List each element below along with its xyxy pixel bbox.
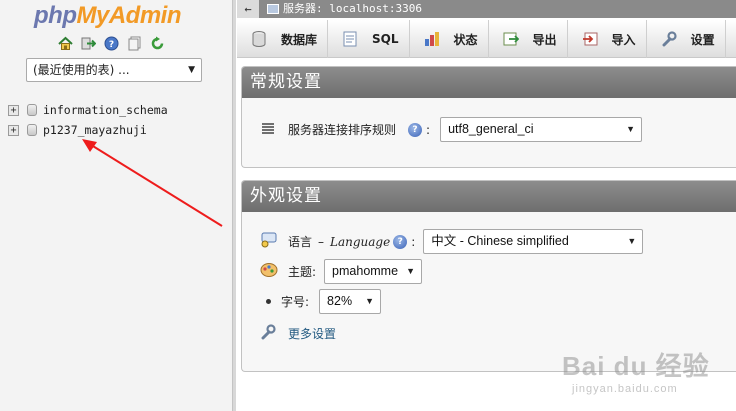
chevron-down-icon: ▼ — [365, 296, 375, 306]
logo-php: php — [34, 2, 77, 29]
help-icon[interactable]: ? — [393, 234, 408, 249]
phpmyadmin-logo[interactable]: phpMyAdmin — [34, 2, 181, 30]
tab-label: SQL — [372, 32, 399, 46]
language-en-label: Language — [330, 234, 391, 249]
more-settings-link[interactable]: 更多设置 — [288, 325, 336, 342]
reload-icon[interactable] — [150, 36, 165, 51]
more-settings-row[interactable]: 更多设置 — [260, 324, 336, 343]
expand-icon[interactable]: + — [8, 124, 19, 136]
tab-label: 设置 — [690, 32, 715, 47]
chevron-down-icon: ▼ — [626, 124, 636, 134]
watermark-main: Bai du 经验 — [562, 351, 710, 381]
fontsize-value: 82% — [327, 294, 353, 308]
svg-text:?: ? — [109, 40, 114, 50]
panel-title: 外观设置 — [242, 181, 736, 212]
recent-tables-select[interactable]: (最近使用的表) ... ▼ — [26, 58, 202, 82]
bullet-icon — [266, 299, 271, 304]
server-icon — [267, 4, 279, 14]
baidu-watermark: Bai du 经验 jingyan.baidu.com — [562, 346, 710, 395]
main-tab-bar: 数据库 SQL 状态 导出 导入 设置 — [237, 20, 736, 58]
navigation-panel: phpMyAdmin ? (最近使用的表) ... ▼ + informatio… — [0, 0, 232, 411]
collation-select[interactable]: utf8_general_ci ▼ — [440, 117, 643, 142]
theme-value: pmahomme — [332, 264, 399, 278]
collation-value: utf8_general_ci — [448, 122, 534, 136]
panel-title: 常规设置 — [242, 67, 736, 98]
language-row: 语言 – Language ? : 中文 - Chinese simplifie… — [260, 229, 644, 254]
tab-export[interactable]: 导出 — [489, 20, 568, 58]
theme-select[interactable]: pmahomme ▼ — [324, 259, 423, 284]
language-icon — [260, 232, 278, 251]
wrench-icon — [260, 324, 278, 343]
watermark-sub: jingyan.baidu.com — [572, 383, 678, 395]
appearance-settings-panel: 外观设置 语言 – Language ? : 中文 - Chinese simp… — [241, 180, 736, 372]
fontsize-row: 字号: 82% ▼ — [266, 289, 382, 314]
tab-label: 数据库 — [281, 32, 318, 47]
db-name[interactable]: information_schema — [43, 103, 168, 117]
collapse-nav-button[interactable]: ← — [237, 0, 259, 18]
tab-import[interactable]: 导入 — [568, 20, 647, 58]
settings-icon — [661, 31, 677, 47]
help-icon[interactable]: ? — [408, 122, 423, 137]
colon: : — [411, 234, 416, 249]
chevron-down-icon: ▼ — [627, 236, 637, 246]
tab-label: 导出 — [532, 32, 557, 47]
collation-row: 服务器连接排序规则 ? : utf8_general_ci ▼ — [262, 117, 643, 142]
theme-icon — [260, 262, 278, 281]
docs-icon[interactable] — [127, 36, 142, 51]
list-icon — [262, 122, 274, 137]
server-text: 服务器: localhost:3306 — [283, 2, 422, 15]
sql-icon — [342, 31, 358, 47]
nav-resize-handle[interactable] — [232, 0, 236, 411]
tab-label: 状态 — [453, 32, 478, 47]
expand-icon[interactable]: + — [8, 104, 19, 116]
server-breadcrumb-bar: ← 服务器: localhost:3306 — [237, 0, 736, 18]
chevron-down-icon: ▼ — [406, 266, 416, 276]
colon: : — [426, 122, 431, 137]
home-icon[interactable] — [58, 36, 73, 51]
database-icon — [27, 124, 37, 136]
logo-myadmin: MyAdmin — [76, 2, 181, 29]
recent-tables-value: (最近使用的表) ... — [33, 63, 130, 77]
database-icon — [27, 104, 37, 116]
export-icon — [503, 31, 519, 47]
tab-databases[interactable]: 数据库 — [237, 20, 329, 58]
tab-settings[interactable]: 设置 — [647, 20, 726, 58]
language-value: 中文 - Chinese simplified — [431, 234, 569, 248]
language-select[interactable]: 中文 - Chinese simplified ▼ — [423, 229, 644, 254]
fontsize-label: 字号: — [281, 295, 310, 309]
general-settings-panel: 常规设置 服务器连接排序规则 ? : utf8_general_ci ▼ — [241, 66, 736, 168]
language-label: 语言 — [288, 235, 313, 249]
collation-label: 服务器连接排序规则 — [288, 123, 397, 137]
nav-icon-bar: ? — [58, 36, 165, 51]
logout-icon[interactable] — [81, 36, 96, 51]
chevron-down-icon: ▼ — [188, 65, 195, 75]
language-dash: – — [318, 234, 325, 249]
status-icon — [424, 31, 440, 47]
theme-label: 主题: — [288, 265, 317, 279]
theme-row: 主题: pmahomme ▼ — [260, 259, 423, 284]
fontsize-select[interactable]: 82% ▼ — [319, 289, 382, 314]
database-icon — [251, 31, 267, 47]
tab-status[interactable]: 状态 — [410, 20, 489, 58]
db-tree-item[interactable]: + information_schema — [8, 101, 168, 119]
server-breadcrumb[interactable]: 服务器: localhost:3306 — [267, 0, 422, 18]
red-annotation-arrow — [82, 139, 223, 227]
tab-sql[interactable]: SQL — [328, 20, 410, 58]
help-icon[interactable]: ? — [104, 36, 119, 51]
import-icon — [582, 31, 598, 47]
tab-label: 导入 — [611, 32, 636, 47]
